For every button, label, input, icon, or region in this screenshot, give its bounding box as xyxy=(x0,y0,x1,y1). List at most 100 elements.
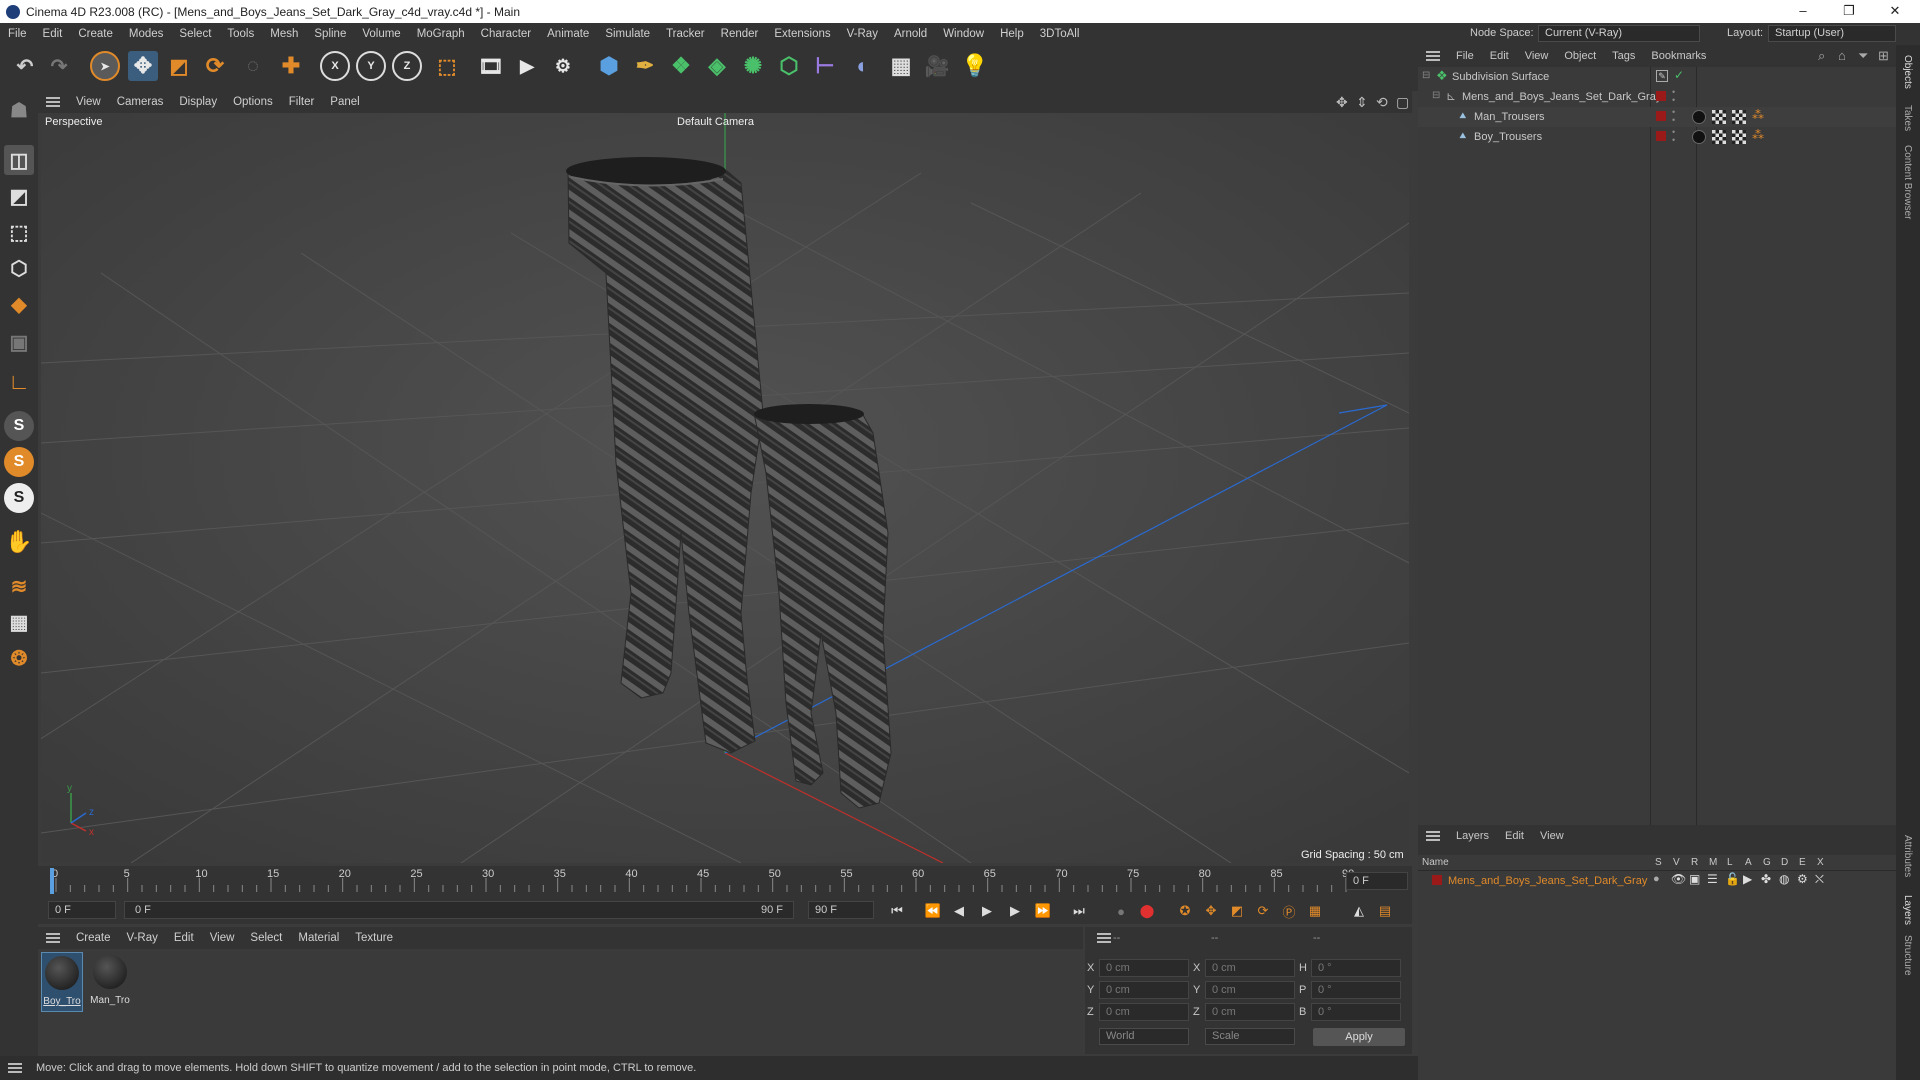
layer-color-swatch[interactable] xyxy=(1656,111,1666,121)
y-axis-lock-icon[interactable]: Y xyxy=(356,51,386,81)
viewport-menu-view[interactable]: View xyxy=(68,96,109,108)
material-swatch-man[interactable]: Man_Tro xyxy=(89,952,131,1012)
enabled-check-icon[interactable]: ✓ xyxy=(1674,68,1684,82)
size-y-field[interactable]: 0 cm xyxy=(1205,981,1295,999)
maximize-button[interactable]: ❐ xyxy=(1826,0,1872,23)
position-z-field[interactable]: 0 cm xyxy=(1099,1003,1189,1021)
transform-icon[interactable]: ✚ xyxy=(276,51,306,81)
polygons-mode-icon[interactable]: ◆ xyxy=(4,289,34,319)
material-tag-icon[interactable] xyxy=(1692,110,1706,124)
point-level-key-icon[interactable]: ▦ xyxy=(1304,900,1326,922)
layer-animation-icon[interactable]: ▶ xyxy=(1743,872,1752,886)
quantize-icon[interactable]: S xyxy=(4,483,34,513)
menu-simulate[interactable]: Simulate xyxy=(597,28,658,40)
frame-range-slider[interactable]: 0 F 90 F xyxy=(124,901,794,919)
viewport-menu-panel[interactable]: Panel xyxy=(322,96,367,108)
subdivision-icon[interactable]: ❖ xyxy=(666,51,696,81)
render-picture-viewer-icon[interactable]: ▶ xyxy=(512,51,542,81)
menu-character[interactable]: Character xyxy=(473,28,540,40)
menu-file[interactable]: File xyxy=(0,28,35,40)
scale-icon[interactable]: ◩ xyxy=(164,51,194,81)
material-hamburger-icon[interactable] xyxy=(46,933,60,943)
go-to-start-icon[interactable]: ⏮ xyxy=(886,900,908,922)
motion-mode-icon[interactable]: ◭ xyxy=(1348,900,1370,922)
layer-menu-layers[interactable]: Layers xyxy=(1448,830,1497,842)
rotation-b-field[interactable]: 0 ° xyxy=(1311,1003,1401,1021)
phong-tag-icon[interactable]: ⁂ xyxy=(1752,128,1764,142)
layer-generator-icon[interactable]: ✤ xyxy=(1761,872,1771,886)
material-menu-vray[interactable]: V-Ray xyxy=(119,932,166,944)
size-x-field[interactable]: 0 cm xyxy=(1205,959,1295,977)
material-menu-edit[interactable]: Edit xyxy=(166,932,202,944)
uvw-tag-icon[interactable] xyxy=(1712,130,1726,144)
layer-stack-icon[interactable]: ≋ xyxy=(4,571,34,601)
paint-icon[interactable]: ✋ xyxy=(4,527,34,557)
layer-lock-icon[interactable]: 🔓 xyxy=(1725,872,1740,886)
render-view-icon[interactable]: 🎞 xyxy=(476,51,506,81)
tab-takes[interactable]: Takes xyxy=(1902,105,1913,131)
layer-xref-icon[interactable]: ⛌ xyxy=(1815,872,1824,887)
rotation-key-icon[interactable]: ⟳ xyxy=(1252,900,1274,922)
current-frame-field[interactable]: 0 F xyxy=(1346,872,1408,890)
menu-edit[interactable]: Edit xyxy=(35,28,71,40)
object-menu-tags[interactable]: Tags xyxy=(1604,50,1643,62)
redo-icon[interactable]: ↷ xyxy=(44,51,74,81)
size-mode-dropdown[interactable]: Scale xyxy=(1205,1028,1295,1045)
edges-mode-icon[interactable]: ⬡ xyxy=(4,253,34,283)
object-menu-edit[interactable]: Edit xyxy=(1482,50,1517,62)
viewport-zoom-icon[interactable]: ⇕ xyxy=(1356,94,1368,111)
layer-deformer-icon[interactable]: ◍ xyxy=(1779,872,1789,886)
phong-tag-icon[interactable]: ⁂ xyxy=(1752,108,1764,122)
material-tag-icon[interactable] xyxy=(1692,130,1706,144)
cloner-icon[interactable]: ✺ xyxy=(738,51,768,81)
pen-spline-icon[interactable]: ✒ xyxy=(630,51,660,81)
layer-menu-view[interactable]: View xyxy=(1532,830,1572,842)
snap-settings-icon[interactable]: S xyxy=(4,447,34,477)
rotation-h-field[interactable]: 0 ° xyxy=(1311,959,1401,977)
node-space-dropdown[interactable]: Current (V-Ray) xyxy=(1538,25,1700,42)
position-y-field[interactable]: 0 cm xyxy=(1099,981,1189,999)
coordinate-system-dropdown[interactable]: World xyxy=(1099,1028,1189,1045)
menu-help[interactable]: Help xyxy=(992,28,1032,40)
object-menu-view[interactable]: View xyxy=(1517,50,1557,62)
make-editable-icon[interactable]: ☗ xyxy=(4,95,34,125)
menu-modes[interactable]: Modes xyxy=(121,28,172,40)
playhead[interactable] xyxy=(50,868,54,894)
floor-icon[interactable]: ▦ xyxy=(886,51,916,81)
recent-tools-icon[interactable]: ◌ xyxy=(238,51,268,81)
layer-manager-icon[interactable]: ☰ xyxy=(1707,872,1718,886)
object-menu-file[interactable]: File xyxy=(1448,50,1482,62)
tree-row-boy-trousers[interactable]: ⯅ Boy_Trousers • • ⁂ xyxy=(1418,127,1896,147)
workplane-icon[interactable]: ∟ xyxy=(4,367,34,397)
collapse-icon[interactable]: ⊟ xyxy=(1422,70,1430,81)
menu-tools[interactable]: Tools xyxy=(219,28,262,40)
viewport-menu-cameras[interactable]: Cameras xyxy=(109,96,172,108)
camera-label[interactable]: Default Camera xyxy=(677,116,754,128)
layer-expression-icon[interactable]: ⚙ xyxy=(1797,872,1808,886)
parameter-key-icon[interactable]: Ⓟ xyxy=(1278,900,1300,922)
layer-row[interactable]: Mens_and_Boys_Jeans_Set_Dark_Gray ● 👁 ▣ … xyxy=(1418,872,1896,890)
layer-color-swatch[interactable] xyxy=(1656,91,1666,101)
layer-menu-edit[interactable]: Edit xyxy=(1497,830,1532,842)
next-frame-icon[interactable]: ▶ xyxy=(1004,900,1026,922)
scale-key-icon[interactable]: ◩ xyxy=(1226,900,1248,922)
layer-color-swatch[interactable] xyxy=(1432,875,1442,885)
menu-vray[interactable]: V-Ray xyxy=(839,28,886,40)
hamburger-icon[interactable] xyxy=(46,97,60,107)
apply-button[interactable]: Apply xyxy=(1313,1028,1405,1046)
render-settings-icon[interactable]: ⚙ xyxy=(548,51,578,81)
visibility-dots-icon[interactable]: • • xyxy=(1672,128,1675,145)
search-icon[interactable]: ⌕ xyxy=(1818,48,1825,64)
tab-content-browser[interactable]: Content Browser xyxy=(1902,145,1913,219)
material-menu-view[interactable]: View xyxy=(202,932,243,944)
tree-row-subdivision[interactable]: ⊟ ❖ Subdivision Surface ✎ ✓ xyxy=(1418,67,1896,87)
record-active-icon[interactable]: ● xyxy=(1110,900,1132,922)
field-icon[interactable]: ◐ xyxy=(848,51,878,81)
menu-tracker[interactable]: Tracker xyxy=(658,28,713,40)
material-menu-texture[interactable]: Texture xyxy=(347,932,401,944)
layer-color-swatch[interactable] xyxy=(1656,131,1666,141)
layout-dropdown[interactable]: Startup (User) xyxy=(1768,25,1896,42)
viewport-menu-options[interactable]: Options xyxy=(225,96,281,108)
play-icon[interactable]: ▶ xyxy=(976,900,998,922)
previous-key-icon[interactable]: ⏪ xyxy=(922,900,944,922)
